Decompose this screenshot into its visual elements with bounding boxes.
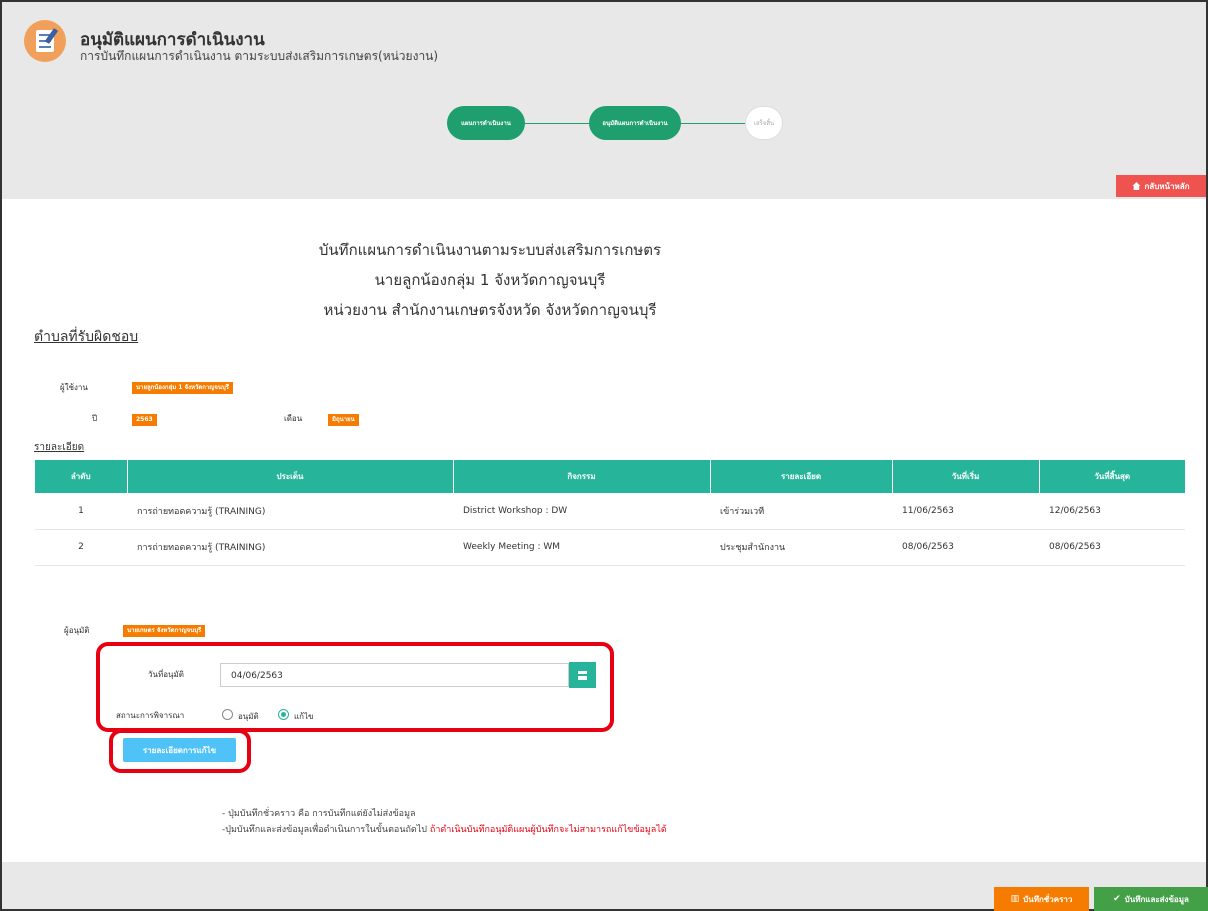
approve-radio[interactable] (222, 709, 233, 720)
plan-table: ลำดับ ประเด็น กิจกรรม รายละเอียด วันที่เ… (35, 460, 1185, 566)
col-header: วันที่เริ่ม (891, 460, 1039, 493)
save-and-send-label: บันทึกและส่งข้อมูล (1124, 894, 1189, 904)
page-subtitle: การบันทึกแผนการดำเนินงาน ตามระบบส่งเสริม… (80, 49, 439, 63)
month-badge: มิถุนายน (328, 414, 359, 426)
step-finished: เสร็จสิ้น (745, 106, 783, 140)
table-cell: Weekly Meeting : WM (453, 529, 710, 566)
table-cell: 12/06/2563 (1039, 493, 1185, 530)
calendar-icon (578, 670, 587, 680)
edit-radio[interactable] (278, 709, 289, 720)
table-cell: การถ่ายทอดความรู้ (TRAINING) (127, 493, 453, 530)
table-cell: District Workshop : DW (453, 493, 710, 530)
approve-date-label: วันที่อนุมัติ (148, 670, 184, 679)
home-icon (1132, 182, 1141, 190)
col-header: ประเด็น (126, 460, 453, 493)
step-connector (681, 123, 745, 124)
table-cell: 1 (35, 493, 127, 530)
calendar-button[interactable] (569, 662, 596, 688)
back-home-label: กลับหน้าหลัก (1144, 181, 1190, 191)
table-header-row: ลำดับ ประเด็น กิจกรรม รายละเอียด วันที่เ… (35, 460, 1185, 493)
table-cell: 08/06/2563 (892, 529, 1039, 566)
col-header: รายละเอียด (709, 460, 892, 493)
table-row: 2 การถ่ายทอดความรู้ (TRAINING) Weekly Me… (35, 529, 1185, 566)
table-cell: 2 (35, 529, 127, 566)
chart-icon: ▥ (1010, 894, 1020, 904)
save-draft-label: บันทึกชั่วคราว (1023, 894, 1073, 904)
user-badge: นายลูกน้องกลุ่ม 1 จังหวัดกาญจนบุรี (132, 382, 233, 394)
note-send: -ปุ่มบันทึกและส่งข้อมูลเพื่อดำเนินการในข… (222, 822, 667, 836)
table-cell: ประชุมสำนักงาน (710, 529, 892, 566)
col-header: วันที่สิ้นสุด (1038, 460, 1185, 493)
report-heading-line2: นายลูกน้องกลุ่ม 1 จังหวัดกาญจนบุรี (374, 271, 606, 289)
approver-badge: นายเกษตร จังหวัดกาญจนบุรี (123, 625, 206, 637)
step-plan: แผนการดำเนินงาน (447, 106, 525, 140)
note-send-text: -ปุ่มบันทึกและส่งข้อมูลเพื่อดำเนินการในข… (222, 825, 428, 835)
save-draft-button[interactable]: ▥ บันทึกชั่วคราว (994, 887, 1089, 911)
approve-date-input[interactable]: 04/06/2563 (220, 663, 569, 687)
edit-radio-label: แก้ไข (294, 712, 314, 721)
details-title: รายละเอียด (34, 442, 85, 453)
progress-stepper: แผนการดำเนินงาน อนุมัติแผนการดำเนินงาน เ… (447, 106, 797, 142)
approver-label: ผู้อนุมัติ (64, 626, 90, 635)
step-connector (525, 123, 589, 124)
table-cell: 11/06/2563 (892, 493, 1039, 530)
note-send-warning: ถ้าดำเนินบันทึกอนุมัติแผนผู้บันทึกจะไม่ส… (429, 825, 667, 835)
check-icon: ✔ (1113, 894, 1121, 904)
step-approve: อนุมัติแผนการดำเนินงาน (589, 106, 681, 140)
year-badge: 2563 (132, 414, 157, 426)
note-draft: - ปุ่มบันทึกชั่วคราว คือ การบันทึกแต่ยัง… (222, 809, 416, 819)
user-label: ผู้ใช้งาน (60, 383, 88, 392)
responsible-subdistrict-title: ตำบลที่รับผิดชอบ (34, 329, 139, 345)
approve-radio-label: อนุมัติ (238, 712, 259, 721)
table-cell: 08/06/2563 (1039, 529, 1185, 566)
col-header: กิจกรรม (452, 460, 710, 493)
table-cell: การถ่ายทอดความรู้ (TRAINING) (127, 529, 453, 566)
save-and-send-button[interactable]: ✔ บันทึกและส่งข้อมูล (1094, 887, 1208, 911)
year-label: ปี (92, 414, 98, 423)
table-row: 1 การถ่ายทอดความรู้ (TRAINING) District … (35, 493, 1185, 530)
col-header: ลำดับ (35, 460, 127, 493)
edit-details-button[interactable]: รายละเอียดการแก้ไข (123, 738, 236, 762)
month-label: เดือน (284, 414, 303, 423)
page-header: อนุมัติแผนการดำเนินงาน การบันทึกแผนการดำ… (2, 2, 1206, 199)
report-heading-line3: หน่วยงาน สำนักงานเกษตรจังหวัด จังหวัดกาญ… (323, 301, 657, 319)
back-home-button[interactable]: กลับหน้าหลัก (1116, 175, 1206, 197)
document-edit-icon (24, 20, 66, 62)
report-heading-line1: บันทึกแผนการดำเนินงานตามระบบส่งเสริมการเ… (318, 241, 662, 259)
review-status-label: สถานะการพิจารณา (116, 711, 185, 720)
table-cell: เข้าร่วมเวที (710, 493, 892, 530)
